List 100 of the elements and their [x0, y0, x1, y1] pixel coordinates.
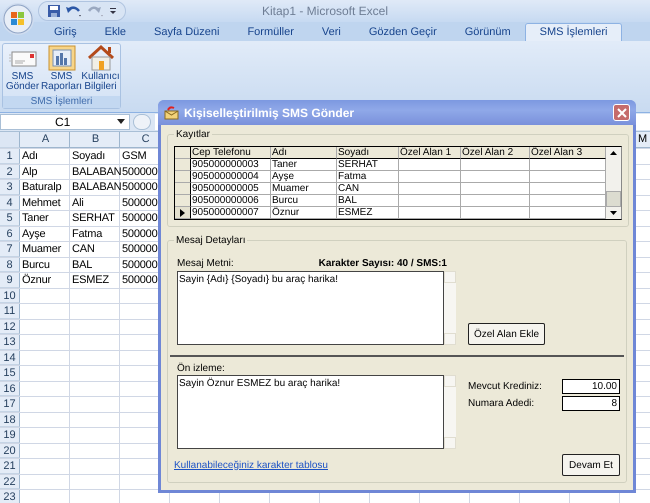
close-button[interactable]: [613, 104, 630, 121]
row-header[interactable]: 20: [0, 444, 20, 458]
credit-field: 10.00: [562, 379, 620, 394]
row-header[interactable]: 4: [0, 196, 20, 210]
character-table-link[interactable]: Kullanabileceğiniz karakter tablosu: [174, 460, 328, 470]
table-cell: 905000000007: [191, 207, 271, 219]
table-cell-text: 500000: [121, 226, 159, 241]
row-header[interactable]: 17: [0, 397, 20, 412]
envelope-icon: [164, 106, 180, 120]
column-header[interactable]: Özel Alan 3: [530, 147, 606, 159]
field-label: Mevcut Krediniz:: [468, 381, 542, 392]
row-selector[interactable]: [175, 207, 191, 219]
row-header[interactable]: 1: [0, 149, 20, 164]
table-cell: Taner: [271, 159, 337, 171]
column-header[interactable]: B: [70, 132, 120, 148]
table-cell-text: Ali: [71, 196, 85, 210]
row-header[interactable]: 5: [0, 211, 20, 226]
table-cell-text: 500000: [121, 242, 159, 256]
empty-cell: [399, 195, 461, 207]
column-header[interactable]: Adı: [271, 147, 337, 159]
ribbon-tab[interactable]: Veri: [308, 24, 355, 41]
count-field: 8: [562, 396, 620, 411]
ribbon-tab[interactable]: Gözden Geçir: [354, 24, 451, 41]
table-cell-text: 500000: [121, 164, 159, 179]
table-cell-text: Taner: [21, 211, 50, 226]
table-cell: Muamer: [271, 183, 337, 195]
ribbon-button[interactable]: SMS Gönder: [3, 44, 42, 96]
table-cell-text: Öznur: [21, 273, 52, 288]
table-cell-text: 500000: [121, 273, 159, 288]
row-selector[interactable]: [175, 171, 191, 183]
table-cell-text: 500000: [121, 211, 159, 226]
table-cell: 905000000004: [191, 171, 271, 183]
row-header[interactable]: 2: [0, 164, 20, 179]
scrollbar[interactable]: [606, 147, 621, 219]
empty-cell: [399, 159, 461, 171]
preview-textarea: Sayin Öznur ESMEZ bu araç harika!: [177, 375, 444, 449]
dropdown-arrow-icon: [117, 119, 125, 125]
dialog-title: Kişiselleştirilmiş SMS Gönder: [184, 106, 356, 120]
row-header[interactable]: 9: [0, 273, 20, 288]
row-header[interactable]: 18: [0, 412, 20, 427]
column-header[interactable]: Soyadı: [337, 147, 399, 159]
message-textarea[interactable]: Sayin {Adı} {Soyadı} bu araç harika!: [177, 271, 444, 345]
row-header[interactable]: 14: [0, 350, 20, 365]
group-label: Kayıtlar: [175, 129, 211, 140]
column-header[interactable]: Cep Telefonu: [191, 147, 271, 159]
office-button[interactable]: [2, 3, 34, 35]
row-selector[interactable]: [175, 195, 191, 207]
ribbon-button[interactable]: SMS Raporları: [42, 44, 81, 96]
office-logo-icon: [3, 4, 33, 34]
grid-corner[interactable]: [175, 147, 191, 159]
row-header[interactable]: 12: [0, 320, 20, 334]
empty-cell: [461, 195, 530, 207]
row-selector[interactable]: [175, 159, 191, 171]
table-cell: 905000000005: [191, 183, 271, 195]
column-header[interactable]: Özel Alan 1: [399, 147, 461, 159]
field-label: Mesaj Metni:: [177, 258, 234, 269]
row-header[interactable]: 16: [0, 382, 20, 396]
row-header[interactable]: 22: [0, 474, 20, 489]
empty-cell: [461, 207, 530, 219]
ribbon-tab[interactable]: SMS İşlemleri: [524, 23, 622, 41]
column-header[interactable]: Özel Alan 2: [461, 147, 530, 159]
name-box[interactable]: C1: [0, 114, 130, 130]
row-header[interactable]: 10: [0, 288, 20, 303]
row-header[interactable]: 15: [0, 366, 20, 380]
ribbon-button[interactable]: Kullanıcı Bilgileri: [81, 44, 120, 96]
table-cell-text: BALABAN: [71, 180, 120, 194]
table-cell-text: Ayşe: [21, 226, 46, 241]
empty-cell: [399, 183, 461, 195]
table-cell-text: 500000: [121, 196, 159, 210]
table-cell-text: 500000: [121, 258, 159, 272]
ribbon-tab[interactable]: Görünüm: [450, 24, 525, 41]
row-header[interactable]: 21: [0, 459, 20, 474]
row-header[interactable]: 13: [0, 335, 20, 350]
continue-button[interactable]: Devam Et: [562, 454, 620, 476]
add-field-button[interactable]: Özel Alan Ekle: [468, 323, 545, 345]
ribbon-tab[interactable]: Formüller: [233, 24, 308, 41]
customize-dropdown-icon[interactable]: [109, 6, 117, 16]
ribbon-tab[interactable]: Sayfa Düzeni: [140, 24, 234, 41]
table-cell-text: ESMEZ: [71, 273, 110, 288]
table-cell: 905000000006: [191, 195, 271, 207]
empty-cell: [461, 159, 530, 171]
row-header[interactable]: 8: [0, 258, 20, 272]
row-header[interactable]: 11: [0, 304, 20, 318]
group-label: SMS İşlemleri: [3, 96, 120, 108]
undo-icon[interactable]: [65, 4, 83, 18]
column-header[interactable]: M: [638, 132, 650, 148]
row-header[interactable]: 7: [0, 242, 20, 256]
table-cell: 905000000003: [191, 159, 271, 171]
column-header[interactable]: A: [20, 132, 70, 148]
row-selector[interactable]: [175, 183, 191, 195]
ribbon-tab[interactable]: Ekle: [90, 24, 140, 41]
row-header[interactable]: 6: [0, 226, 20, 241]
ribbon-tab[interactable]: Giriş: [40, 24, 91, 41]
row-header[interactable]: 3: [0, 180, 20, 194]
table-cell-text: Alp: [21, 164, 38, 179]
row-header[interactable]: 19: [0, 428, 20, 442]
window-title: Kitap1 - Microsoft Excel: [262, 4, 388, 18]
scroll-thumb[interactable]: [606, 191, 621, 207]
save-icon[interactable]: [47, 4, 61, 18]
row-header[interactable]: 23: [0, 490, 20, 503]
